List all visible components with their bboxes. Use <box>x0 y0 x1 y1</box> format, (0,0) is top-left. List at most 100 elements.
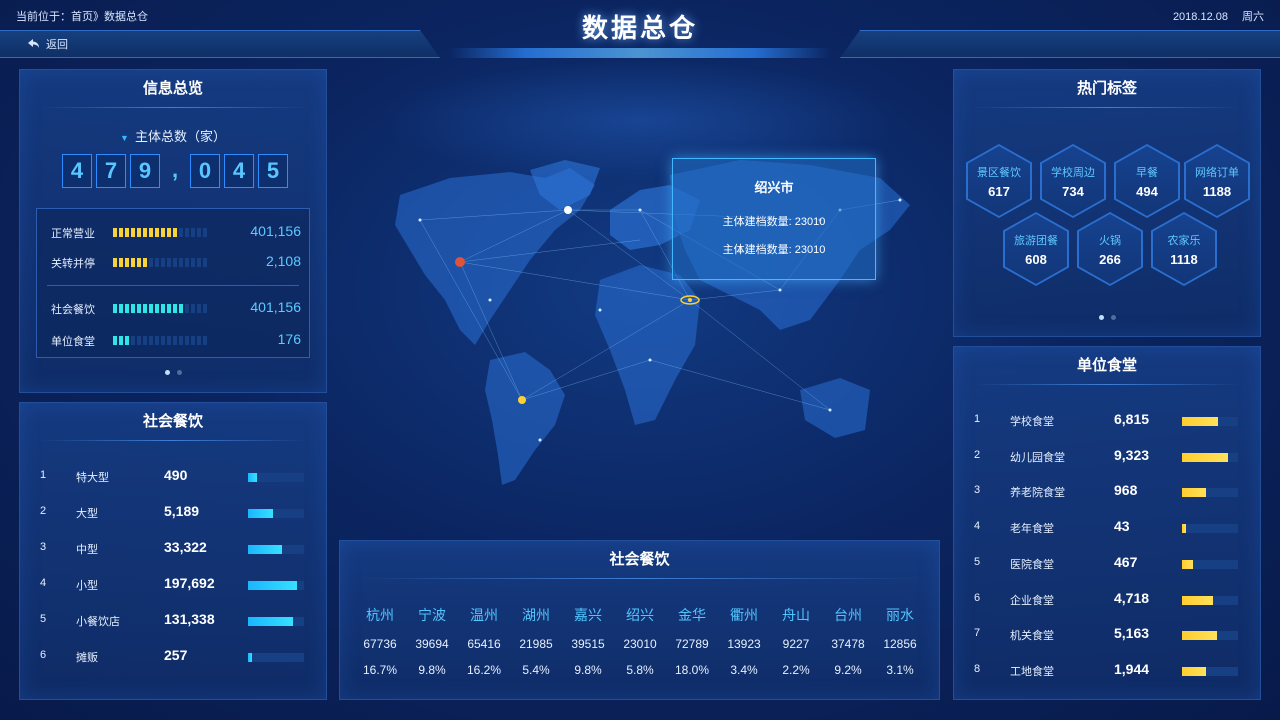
rank-bar-fill <box>1182 524 1186 534</box>
rank-name: 企业食堂 <box>1010 594 1054 607</box>
city-count: 12856 <box>883 637 917 651</box>
rank-name: 学校食堂 <box>1010 416 1054 428</box>
stat-value: 401,156 <box>250 299 301 315</box>
city-name[interactable]: 绍兴 <box>614 605 666 625</box>
total-label: ▼ 主体总数（家） <box>20 126 326 145</box>
hot-tag[interactable]: 火锅 266 <box>1077 212 1143 286</box>
stat-bar-segment <box>203 304 207 313</box>
stat-bar-segment <box>113 336 117 345</box>
hot-tag[interactable]: 学校周边 734 <box>1040 144 1106 218</box>
pager-dot-active[interactable] <box>165 370 170 375</box>
rank-value: 490 <box>164 467 188 483</box>
date-text: 2018.12.08 <box>1172 11 1228 23</box>
city-name[interactable]: 舟山 <box>770 605 822 625</box>
stat-bar-segment <box>185 336 189 345</box>
stat-bar-segment <box>197 336 201 345</box>
rank-index: 5 <box>974 555 981 568</box>
map-marker-white[interactable] <box>564 206 572 214</box>
city-name[interactable]: 台州 <box>822 605 874 625</box>
rank-index: 4 <box>974 520 981 533</box>
rank-bar-track <box>248 545 304 554</box>
stat-label: 单位食堂 <box>51 336 95 348</box>
hot-tag[interactable]: 景区餐饮 617 <box>966 144 1032 218</box>
rank-value: 131,338 <box>164 611 215 627</box>
stat-row-normal: 正常营业 401,156 <box>51 223 301 243</box>
rank-value: 5,189 <box>164 503 200 519</box>
hot-tag[interactable]: 早餐 494 <box>1114 144 1180 218</box>
rank-index: 8 <box>974 662 981 675</box>
city-pct: 2.2% <box>782 663 810 677</box>
rank-bar-track <box>248 617 304 626</box>
hot-tags-pager[interactable] <box>1099 315 1116 320</box>
city-name[interactable]: 湖州 <box>510 605 562 625</box>
ranked-row: 4 老年食堂 43 <box>974 518 1242 540</box>
rank-bar-fill <box>1182 452 1228 462</box>
city-name[interactable]: 丽水 <box>874 605 926 625</box>
city-name[interactable]: 温州 <box>458 605 510 625</box>
city-table-title: 社会餐饮 <box>340 541 939 579</box>
total-label-text: 主体总数（家） <box>134 129 226 144</box>
stat-bar <box>113 258 209 267</box>
map-marker-red[interactable] <box>455 257 465 267</box>
city-name[interactable]: 宁波 <box>406 605 458 625</box>
rank-bar-track <box>248 473 304 482</box>
city-count: 37478 <box>831 637 865 651</box>
city-pct: 18.0% <box>674 663 710 677</box>
city-count: 65416 <box>467 637 501 651</box>
pager-dot-active[interactable] <box>1099 315 1104 320</box>
stat-bar-segment <box>173 304 177 313</box>
rank-bar-track <box>1182 488 1238 498</box>
stat-bar-segment <box>185 258 189 267</box>
stat-bar-segment <box>197 258 201 267</box>
pager-dot[interactable] <box>177 370 182 375</box>
stat-bar-segment <box>161 258 165 267</box>
back-button[interactable]: 返回 <box>28 36 68 52</box>
stat-bar-segment <box>119 336 123 345</box>
rank-bar-track <box>248 653 304 662</box>
page-title: 数据总仓 <box>581 13 698 43</box>
ranked-row: 6 摊贩 257 <box>40 647 308 669</box>
hot-tag[interactable]: 农家乐 1118 <box>1151 212 1217 286</box>
rank-index: 7 <box>974 627 981 640</box>
stat-bar-segment <box>179 258 183 267</box>
hot-tag-inner: 早餐 494 <box>1116 146 1178 216</box>
city-name[interactable]: 杭州 <box>354 605 406 625</box>
stat-bar-segment <box>203 258 207 267</box>
rank-bar-fill <box>248 545 282 554</box>
city-pct: 5.8% <box>626 663 654 677</box>
city-name[interactable]: 衢州 <box>718 605 770 625</box>
rank-bar-track <box>1182 417 1238 426</box>
pager-dot[interactable] <box>1111 315 1116 320</box>
rank-name: 幼儿园食堂 <box>1010 451 1065 464</box>
stat-bar-segment <box>137 228 141 237</box>
stat-bar <box>113 304 209 313</box>
city-pct: 9.2% <box>834 663 862 677</box>
rank-value: 43 <box>1114 518 1130 535</box>
city-pct: 9.8% <box>574 663 602 677</box>
city-pct: 9.8% <box>418 663 446 677</box>
rank-index: 3 <box>40 541 47 553</box>
city-name[interactable]: 金华 <box>666 605 718 625</box>
hot-tag[interactable]: 网络订单 1188 <box>1184 144 1250 218</box>
ranked-row: 7 机关食堂 5,163 <box>974 625 1242 647</box>
hot-tag-inner: 学校周边 734 <box>1042 146 1104 216</box>
hot-tag-value: 1188 <box>1202 183 1232 199</box>
rank-value: 6,815 <box>1114 411 1150 427</box>
digit: 4 <box>62 154 92 188</box>
rank-value: 257 <box>164 647 188 663</box>
rank-value: 9,323 <box>1114 446 1150 463</box>
hot-tag[interactable]: 旅游团餐 608 <box>1003 212 1069 286</box>
overview-pager[interactable] <box>165 370 182 375</box>
stat-bar-segment <box>167 336 171 345</box>
world-map[interactable] <box>340 60 940 500</box>
city-name[interactable]: 嘉兴 <box>562 605 614 625</box>
stat-bar-segment <box>167 304 171 313</box>
map-marker-yellow[interactable] <box>518 396 526 404</box>
stat-bar-segment <box>191 336 195 345</box>
city-count: 9227 <box>782 637 810 651</box>
stat-bar-segment <box>203 336 207 345</box>
rank-index: 1 <box>974 413 981 425</box>
rank-bar-fill <box>1182 417 1219 426</box>
stat-bar-segment <box>125 336 129 345</box>
rank-name: 工地食堂 <box>1010 665 1054 678</box>
